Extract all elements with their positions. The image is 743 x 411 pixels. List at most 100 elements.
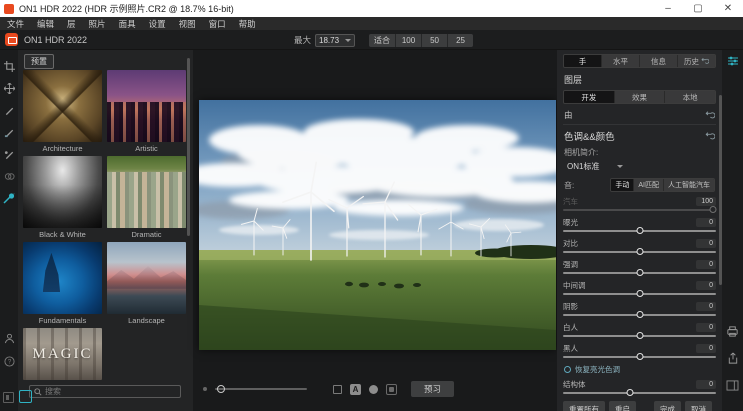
slider-value[interactable]: 0 (696, 281, 716, 290)
blend-tool-icon[interactable] (2, 169, 16, 183)
preset-category[interactable]: Fundamentals (23, 242, 102, 325)
cancel-button[interactable]: 取消 (685, 401, 712, 411)
presets-scrollbar[interactable] (187, 58, 190, 236)
preset-thumbnail[interactable] (107, 242, 186, 314)
zoom-preset-button[interactable]: 100 (396, 34, 421, 47)
maximize-button[interactable]: ▢ (683, 0, 713, 17)
menu-item[interactable]: 视图 (179, 18, 196, 30)
zoom-out-icon[interactable] (203, 387, 207, 391)
preset-category[interactable]: Artistic (107, 70, 186, 153)
menu-item[interactable]: 照片 (89, 18, 106, 30)
slider-阴影[interactable]: 阴影0 (563, 301, 716, 319)
menu-item[interactable]: 编辑 (37, 18, 54, 30)
ai-match-tool-icon[interactable] (2, 191, 16, 205)
menu-item[interactable]: 文件 (7, 18, 24, 30)
slider-handle[interactable] (627, 389, 634, 396)
slider-track[interactable] (563, 290, 716, 298)
tab-水平[interactable]: 水平 (602, 55, 640, 67)
slider-value[interactable]: 0 (696, 260, 716, 269)
tone-mode-AI匹配[interactable]: AI匹配 (634, 179, 664, 191)
slider-handle[interactable] (636, 290, 643, 297)
preset-thumbnail[interactable] (107, 70, 186, 142)
zoom-value-select[interactable]: 18.73 (315, 34, 355, 47)
slider-白人[interactable]: 白人0 (563, 322, 716, 340)
preset-category[interactable]: Dramatic (107, 156, 186, 239)
zoom-preset-button[interactable]: 25 (448, 34, 473, 47)
camera-profile-select[interactable]: ON1标准 (564, 160, 626, 173)
menu-item[interactable]: 层 (67, 18, 76, 30)
menu-item[interactable]: 帮助 (239, 18, 256, 30)
slider-value[interactable]: 0 (696, 218, 716, 227)
mode-tab-开发[interactable]: 开发 (564, 91, 615, 103)
preset-category[interactable]: MAGIC (23, 328, 102, 380)
pan-tool-icon[interactable] (2, 81, 16, 95)
help-icon[interactable]: ? (2, 354, 16, 368)
slider-track[interactable] (563, 311, 716, 319)
slider-handle[interactable] (636, 269, 643, 276)
slider-value[interactable]: 0 (696, 239, 716, 248)
slider-handle[interactable] (636, 332, 643, 339)
presets-panel-toggle-icon[interactable] (19, 390, 32, 403)
recover-highlights-toggle[interactable]: 恢复亮光色调 (564, 364, 715, 375)
preset-search-input[interactable]: 搜索 (29, 385, 181, 398)
preset-thumbnail[interactable] (107, 156, 186, 228)
soft-proof-icon[interactable] (386, 384, 397, 395)
masking-brush-tool-icon[interactable] (2, 125, 16, 139)
done-button[interactable]: 完成 (654, 401, 681, 411)
preset-category[interactable]: Black & White (23, 156, 102, 239)
presets-tab[interactable]: 预置 (24, 54, 54, 69)
print-icon[interactable] (726, 324, 740, 338)
slider-track[interactable] (563, 353, 716, 361)
slider-value[interactable]: 0 (696, 302, 716, 311)
slider-handle[interactable] (709, 206, 716, 213)
slider-value[interactable]: 100 (696, 197, 716, 206)
slider-汽车[interactable]: 汽车100 (563, 196, 716, 214)
preset-category[interactable]: Landscape (107, 242, 186, 325)
refine-brush-tool-icon[interactable] (2, 147, 16, 161)
mode-tab-效果[interactable]: 效果 (615, 91, 666, 103)
fit-button[interactable]: 适合 (369, 34, 395, 47)
slider-中间调[interactable]: 中间调0 (563, 280, 716, 298)
pane-reset-icon[interactable] (705, 131, 715, 141)
preset-thumbnail[interactable] (23, 156, 102, 228)
tab-信息[interactable]: 信息 (640, 55, 678, 67)
reset-all-button[interactable]: 重置所有 (563, 401, 605, 411)
slider-黑人[interactable]: 黑人0 (563, 343, 716, 361)
export-icon[interactable] (726, 351, 740, 365)
preset-thumbnail[interactable]: MAGIC (23, 328, 102, 380)
preview-button[interactable]: 预习 (411, 381, 454, 397)
reset-icon[interactable] (705, 110, 715, 120)
restart-button[interactable]: 重启 (609, 401, 636, 411)
adjust-brush-tool-icon[interactable] (2, 103, 16, 117)
slider-handle[interactable] (636, 353, 643, 360)
slider-强调[interactable]: 强调0 (563, 259, 716, 277)
slider-track[interactable] (563, 269, 716, 277)
edit-sliders-icon[interactable] (726, 54, 740, 68)
tone-mode-手动[interactable]: 手动 (611, 179, 634, 191)
close-button[interactable]: ✕ (713, 0, 743, 17)
canvas-zoom-slider[interactable] (215, 388, 307, 390)
menu-item[interactable]: 面具 (119, 18, 136, 30)
crop-tool-icon[interactable] (2, 59, 16, 73)
show-original-icon[interactable]: A (350, 384, 361, 395)
account-icon[interactable] (2, 331, 16, 345)
slider-结构体[interactable]: 结构体0 (563, 379, 716, 397)
slider-handle[interactable] (636, 227, 643, 234)
slider-对比[interactable]: 对比0 (563, 238, 716, 256)
compare-checkbox-icon[interactable] (333, 385, 342, 394)
minimize-button[interactable]: – (653, 0, 683, 17)
menu-item[interactable]: 窗口 (209, 18, 226, 30)
slider-handle[interactable] (636, 248, 643, 255)
slider-value[interactable]: 0 (696, 344, 716, 353)
tab-手[interactable]: 手 (564, 55, 602, 67)
slider-track[interactable] (563, 332, 716, 340)
slider-track[interactable] (563, 206, 716, 214)
filmstrip-toggle-icon[interactable] (3, 392, 14, 403)
canvas-zoom-handle[interactable] (217, 385, 225, 393)
menu-item[interactable]: 设置 (149, 18, 166, 30)
slider-曝光[interactable]: 曝光0 (563, 217, 716, 235)
tab-历史[interactable]: 历史 (678, 55, 715, 67)
slider-value[interactable]: 0 (696, 323, 716, 332)
zoom-preset-button[interactable]: 50 (422, 34, 447, 47)
preview-circle-icon[interactable] (369, 385, 378, 394)
